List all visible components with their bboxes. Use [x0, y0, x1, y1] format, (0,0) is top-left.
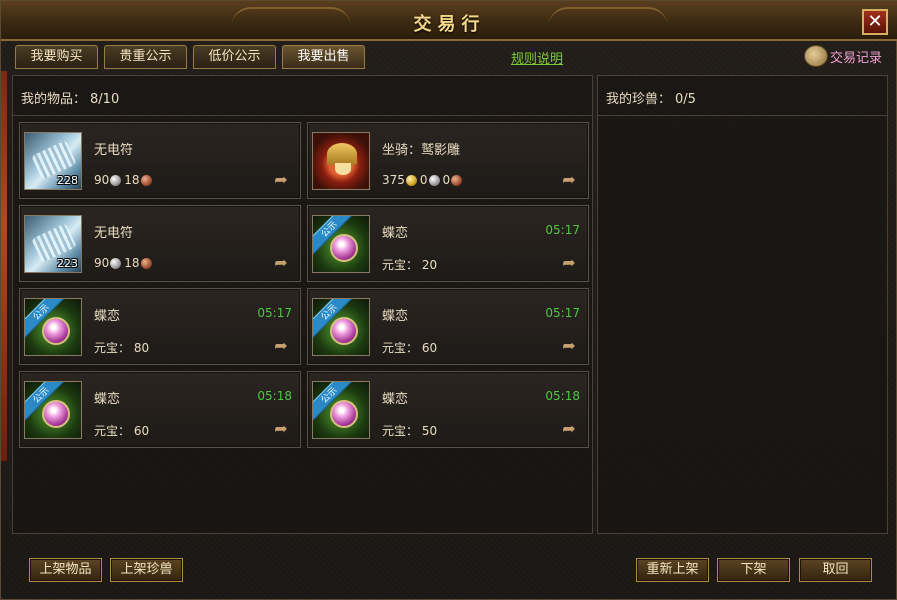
silver-coin-icon	[110, 174, 122, 186]
my-items-panel: 我的物品： 8/10 228 无电符 90 18 ➦ 坐骑：鹫影雕 375 0 0 ➦	[12, 75, 593, 534]
item-price: 90 18	[94, 173, 155, 187]
tab-lowprice-notice[interactable]: 低价公示	[193, 45, 276, 69]
item-name: 蝶恋	[382, 226, 409, 241]
trade-window: 交易行 ✕ 我要购买 贵重公示 低价公示 我要出售 规则说明 交易记录 我的物品…	[0, 0, 897, 600]
item-slot[interactable]: 公示 蝶恋 05:18 元宝： 60 ➦	[19, 371, 301, 448]
price-copper-amount: 0	[442, 173, 451, 187]
notice-ribbon: 公示	[25, 382, 68, 422]
gem-icon: 公示	[312, 215, 370, 273]
share-arrow-icon[interactable]: ➦	[558, 255, 580, 271]
tab-buy[interactable]: 我要购买	[15, 45, 98, 69]
share-arrow-icon[interactable]: ➦	[270, 421, 292, 437]
trade-record-label: 交易记录	[829, 50, 882, 66]
item-name: 蝶恋	[382, 309, 409, 324]
price-copper-amount: 18	[124, 256, 140, 270]
item-slot[interactable]: 公示 蝶恋 05:17 元宝： 60 ➦	[307, 288, 589, 365]
window-edge-decoration	[1, 71, 7, 461]
gold-coin-icon	[405, 174, 417, 186]
my-pets-header: 我的珍兽： 0/5	[598, 76, 887, 116]
scroll-icon: 228	[24, 132, 82, 190]
mount-icon	[312, 132, 370, 190]
price-silver-amount: 90	[94, 173, 110, 187]
item-name: 蝶恋	[382, 392, 409, 407]
item-name: 蝶恋	[94, 309, 121, 324]
item-price: 元宝： 50	[382, 424, 438, 438]
share-arrow-icon[interactable]: ➦	[558, 421, 580, 437]
share-arrow-icon[interactable]: ➦	[270, 338, 292, 354]
my-pets-count: 0/5	[675, 92, 696, 107]
gem-icon: 公示	[24, 298, 82, 356]
my-pets-label: 我的珍兽：	[606, 92, 672, 107]
my-items-label: 我的物品：	[21, 92, 87, 107]
share-arrow-icon[interactable]: ➦	[558, 338, 580, 354]
item-slot[interactable]: 公示 蝶恋 05:18 元宝： 50 ➦	[307, 371, 589, 448]
price-copper-amount: 18	[124, 173, 140, 187]
copper-coin-icon	[140, 174, 152, 186]
notice-ribbon: 公示	[25, 299, 68, 339]
item-slot[interactable]: 223 无电符 90 18 ➦	[19, 205, 301, 282]
share-arrow-icon[interactable]: ➦	[270, 172, 292, 188]
price-silver-amount: 90	[94, 256, 110, 270]
share-arrow-icon[interactable]: ➦	[270, 255, 292, 271]
my-items-count: 8/10	[90, 92, 120, 107]
item-price: 元宝： 60	[94, 424, 150, 438]
tab-sell[interactable]: 我要出售	[282, 45, 365, 69]
notice-ribbon: 公示	[313, 382, 356, 422]
gem-icon: 公示	[24, 381, 82, 439]
close-button[interactable]: ✕	[862, 9, 888, 35]
item-quantity: 228	[57, 174, 78, 187]
window-title: 交易行	[413, 14, 486, 35]
scroll-icon: 223	[24, 215, 82, 273]
item-slot[interactable]: 228 无电符 90 18 ➦	[19, 122, 301, 199]
trade-record-button[interactable]: 交易记录	[803, 45, 882, 67]
item-slot[interactable]: 公示 蝶恋 05:17 元宝： 80 ➦	[19, 288, 301, 365]
price-gold-amount: 375	[382, 173, 405, 187]
my-items-header: 我的物品： 8/10	[13, 76, 592, 116]
tab-valuable-notice[interactable]: 贵重公示	[104, 45, 187, 69]
delist-button[interactable]: 下架	[717, 558, 790, 582]
item-price: 元宝： 60	[382, 341, 438, 355]
item-grid: 228 无电符 90 18 ➦ 坐骑：鹫影雕 375 0 0 ➦ 223 无电符…	[19, 122, 589, 448]
gem-icon: 公示	[312, 298, 370, 356]
relist-button[interactable]: 重新上架	[636, 558, 709, 582]
item-slot[interactable]: 公示 蝶恋 05:17 元宝： 20 ➦	[307, 205, 589, 282]
share-arrow-icon[interactable]: ➦	[558, 172, 580, 188]
my-pets-panel: 我的珍兽： 0/5	[597, 75, 888, 534]
item-name: 坐骑：鹫影雕	[382, 143, 461, 158]
tab-bar: 我要购买 贵重公示 低价公示 我要出售	[15, 45, 365, 71]
item-name: 无电符	[94, 226, 134, 241]
copper-coin-icon	[451, 174, 463, 186]
title-bar: 交易行 ✕	[1, 1, 897, 41]
notice-ribbon: 公示	[313, 216, 356, 256]
item-price: 375 0 0	[382, 173, 465, 187]
scroll-icon	[803, 45, 828, 67]
silver-coin-icon	[428, 174, 440, 186]
item-name: 蝶恋	[94, 392, 121, 407]
copper-coin-icon	[140, 257, 152, 269]
item-slot[interactable]: 坐骑：鹫影雕 375 0 0 ➦	[307, 122, 589, 199]
item-quantity: 223	[57, 257, 78, 270]
retrieve-button[interactable]: 取回	[799, 558, 872, 582]
list-pet-button[interactable]: 上架珍兽	[110, 558, 183, 582]
list-item-button[interactable]: 上架物品	[29, 558, 102, 582]
item-timer: 05:17	[545, 306, 580, 320]
item-timer: 05:17	[257, 306, 292, 320]
notice-ribbon: 公示	[313, 299, 356, 339]
item-price: 元宝： 20	[382, 258, 438, 272]
item-name: 无电符	[94, 143, 134, 158]
silver-coin-icon	[110, 257, 122, 269]
price-silver-amount: 0	[419, 173, 428, 187]
item-price: 90 18	[94, 256, 155, 270]
item-timer: 05:18	[545, 389, 580, 403]
rules-link[interactable]: 规则说明	[511, 48, 563, 67]
item-timer: 05:17	[545, 223, 580, 237]
item-price: 元宝： 80	[94, 341, 150, 355]
gem-icon: 公示	[312, 381, 370, 439]
item-timer: 05:18	[257, 389, 292, 403]
